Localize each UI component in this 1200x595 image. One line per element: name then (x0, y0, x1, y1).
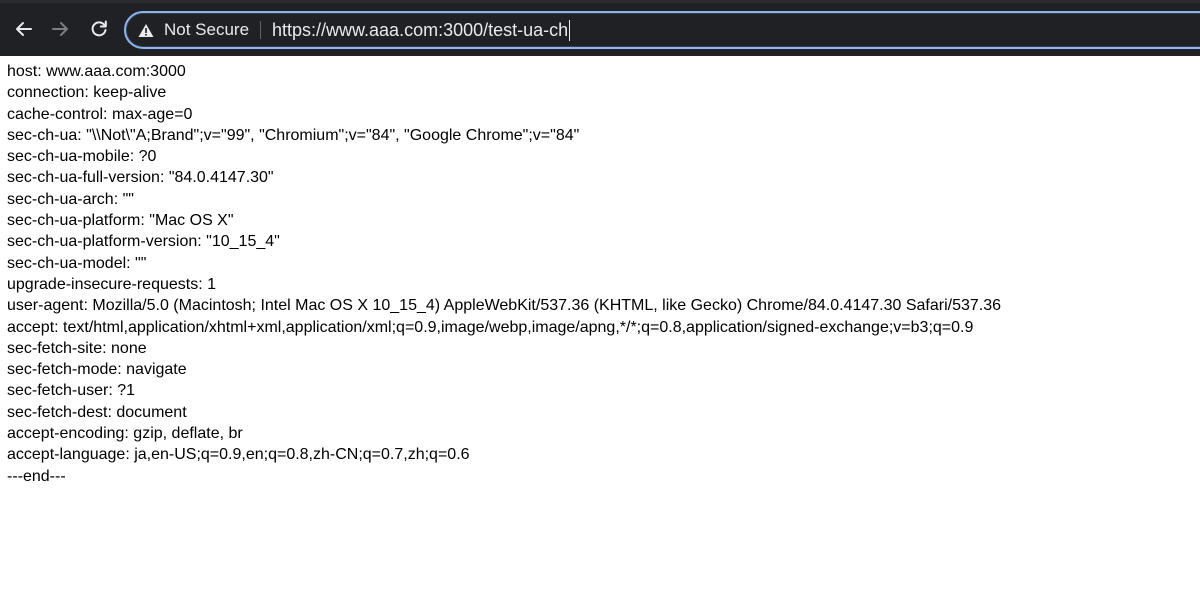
forward-arrow-icon (52, 22, 68, 36)
header-line: sec-ch-ua-mobile: ?0 (7, 148, 157, 166)
header-line: accept-encoding: gzip, deflate, br (7, 425, 243, 443)
header-line: sec-ch-ua-arch: "" (7, 190, 134, 208)
header-line: cache-control: max-age=0 (7, 105, 193, 123)
back-button[interactable] (8, 13, 40, 45)
forward-button[interactable] (44, 13, 76, 45)
header-line: sec-fetch-dest: document (7, 403, 187, 421)
back-arrow-icon (16, 22, 32, 36)
reload-icon (91, 20, 107, 37)
header-line: accept-language: ja,en-US;q=0.9,en;q=0.8… (7, 446, 470, 464)
address-bar[interactable]: Not Secure https://www.aaa.com:3000/test… (124, 11, 1200, 49)
header-line: accept: text/html,application/xhtml+xml,… (7, 318, 974, 336)
header-line: sec-fetch-user: ?1 (7, 382, 136, 400)
header-line: sec-ch-ua-platform-version: "10_15_4" (7, 233, 280, 251)
end-marker: ---end--- (7, 467, 66, 485)
header-line: sec-ch-ua-full-version: "84.0.4147.30" (7, 169, 274, 187)
text-caret (569, 19, 571, 41)
url-text[interactable]: https://www.aaa.com:3000/test-ua-ch (272, 13, 571, 47)
header-line: connection: keep-alive (7, 84, 167, 102)
omnibox-divider (260, 21, 261, 39)
header-line: user-agent: Mozilla/5.0 (Macintosh; Inte… (7, 297, 1002, 315)
header-line: host: www.aaa.com:3000 (7, 63, 186, 80)
header-line: upgrade-insecure-requests: 1 (7, 275, 217, 293)
header-line: sec-ch-ua-platform: "Mac OS X" (7, 212, 234, 230)
page-content: host: www.aaa.com:3000 connection: keep-… (7, 61, 1192, 487)
header-line: sec-ch-ua: "\\Not\"A;Brand";v="99", "Chr… (7, 126, 580, 144)
browser-toolbar: Not Secure https://www.aaa.com:3000/test… (0, 0, 1200, 56)
header-line: sec-ch-ua-model: "" (7, 254, 147, 272)
header-line: sec-fetch-mode: navigate (7, 361, 187, 379)
warning-icon (138, 23, 154, 37)
url-value: https://www.aaa.com:3000/test-ua-ch (272, 19, 569, 40)
security-indicator[interactable]: Not Secure (138, 13, 249, 47)
reload-button[interactable] (83, 13, 115, 45)
security-label: Not Secure (164, 20, 250, 39)
header-line: sec-fetch-site: none (7, 339, 147, 357)
